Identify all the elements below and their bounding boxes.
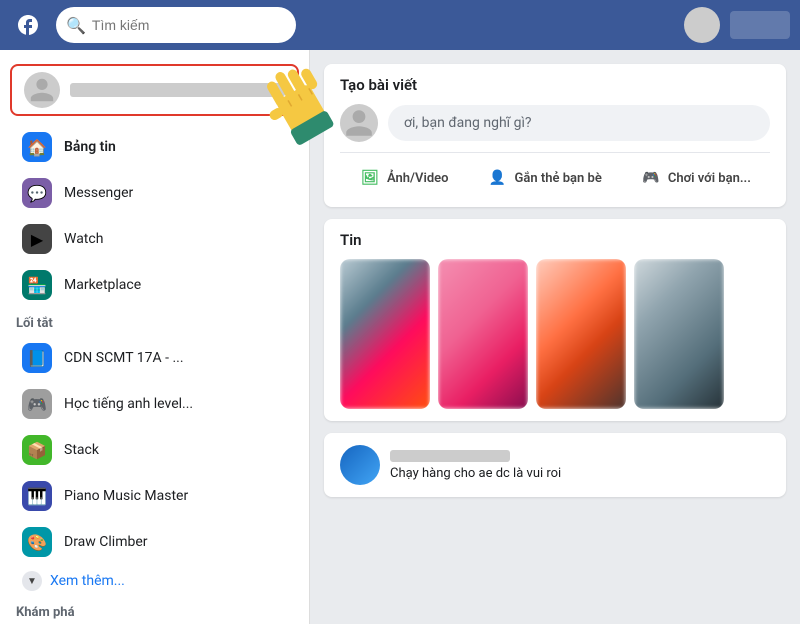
cdn-label: CDN SCMT 17A - ... (64, 350, 184, 366)
game-label: Chơi với bạn... (668, 171, 751, 186)
sidebar-item-bang-tin[interactable]: 🏠 Bảng tin (6, 124, 303, 170)
sidebar-item-watch[interactable]: ▶ Watch (6, 216, 303, 262)
profile-row[interactable] (10, 64, 299, 116)
create-post-row: ơi, bạn đang nghĩ gì? (340, 104, 770, 142)
sidebar-item-marketplace[interactable]: 🏪 Marketplace (6, 262, 303, 308)
game-icon: 🎮 (640, 167, 662, 189)
photo-video-button[interactable]: 🖼 Ảnh/Video (347, 161, 460, 195)
piano-icon: 🎹 (22, 481, 52, 511)
post-actions: 🖼 Ảnh/Video 👤 Gắn thẻ bạn bè 🎮 Chơi với … (340, 161, 770, 195)
sidebar-item-draw[interactable]: 🎨 Draw Climber (6, 519, 303, 565)
marketplace-label: Marketplace (64, 277, 141, 293)
create-post-title: Tạo bài viết (340, 76, 770, 94)
messenger-label: Messenger (64, 185, 133, 201)
story-bg-3 (536, 259, 626, 409)
piano-label: Piano Music Master (64, 488, 188, 504)
shortcuts-section-label: Lối tắt (0, 308, 309, 335)
bang-tin-icon: 🏠 (22, 132, 52, 162)
explore-section-label: Khám phá (0, 597, 309, 624)
story-card-3[interactable] (536, 259, 626, 409)
post-user-avatar (340, 104, 378, 142)
story-card-1[interactable] (340, 259, 430, 409)
post-input[interactable]: ơi, bạn đang nghĩ gì? (388, 105, 770, 141)
photo-label: Ảnh/Video (387, 171, 448, 186)
bottom-card-name-blur (390, 450, 510, 462)
story-bg-2 (438, 259, 528, 409)
tag-icon: 👤 (487, 167, 509, 189)
bottom-card-content: Chạy hàng cho ae dc là vui roi (390, 450, 561, 481)
story-bg-1 (340, 259, 430, 409)
stack-label: Stack (64, 442, 99, 458)
main-content: Tạo bài viết ơi, bạn đang nghĩ gì? 🖼 Ảnh… (310, 50, 800, 624)
bottom-card-text: Chạy hàng cho ae dc là vui roi (390, 466, 561, 481)
play-game-button[interactable]: 🎮 Chơi với bạn... (628, 161, 763, 195)
stories-row (340, 259, 770, 409)
search-input[interactable] (92, 17, 272, 33)
sidebar-item-cdn[interactable]: 📘 CDN SCMT 17A - ... (6, 335, 303, 381)
story-card-2[interactable] (438, 259, 528, 409)
sidebar-item-piano[interactable]: 🎹 Piano Music Master (6, 473, 303, 519)
main-layout: 🏠 Bảng tin 💬 Messenger ▶ Watch 🏪 Marketp… (0, 50, 800, 624)
stories-section: Tin (324, 219, 786, 421)
see-more-label: Xem thêm... (50, 573, 125, 589)
tag-label: Gắn thẻ bạn bè (515, 171, 602, 186)
stack-icon: 📦 (22, 435, 52, 465)
watch-icon: ▶ (22, 224, 52, 254)
see-more-shortcuts[interactable]: ▼ Xem thêm... (6, 565, 303, 597)
story-card-4[interactable] (634, 259, 724, 409)
sidebar-item-stack[interactable]: 📦 Stack (6, 427, 303, 473)
search-icon: 🔍 (66, 16, 86, 35)
topnav: 🔍 (0, 0, 800, 50)
hoc-icon: 🎮 (22, 389, 52, 419)
bottom-post-card: Chạy hàng cho ae dc là vui roi (324, 433, 786, 497)
draw-label: Draw Climber (64, 534, 148, 550)
fb-logo[interactable] (10, 7, 46, 43)
chevron-down-icon: ▼ (22, 571, 42, 591)
cdn-icon: 📘 (22, 343, 52, 373)
stories-title: Tin (340, 231, 770, 249)
hoc-label: Học tiếng anh level... (64, 396, 193, 412)
profile-name-blur (70, 83, 285, 97)
search-bar[interactable]: 🔍 (56, 7, 296, 43)
sidebar-item-hoc[interactable]: 🎮 Học tiếng anh level... (6, 381, 303, 427)
photo-icon: 🖼 (359, 167, 381, 189)
bang-tin-label: Bảng tin (64, 139, 116, 155)
watch-label: Watch (64, 231, 103, 247)
messenger-icon: 💬 (22, 178, 52, 208)
profile-avatar (24, 72, 60, 108)
nav-avatar[interactable] (684, 7, 720, 43)
story-bg-4 (634, 259, 724, 409)
sidebar-item-messenger[interactable]: 💬 Messenger (6, 170, 303, 216)
tag-friend-button[interactable]: 👤 Gắn thẻ bạn bè (475, 161, 614, 195)
bottom-card-avatar (340, 445, 380, 485)
sidebar: 🏠 Bảng tin 💬 Messenger ▶ Watch 🏪 Marketp… (0, 50, 310, 624)
marketplace-icon: 🏪 (22, 270, 52, 300)
nav-name-box (730, 11, 790, 39)
post-divider (340, 152, 770, 153)
draw-icon: 🎨 (22, 527, 52, 557)
create-post-card: Tạo bài viết ơi, bạn đang nghĩ gì? 🖼 Ảnh… (324, 64, 786, 207)
